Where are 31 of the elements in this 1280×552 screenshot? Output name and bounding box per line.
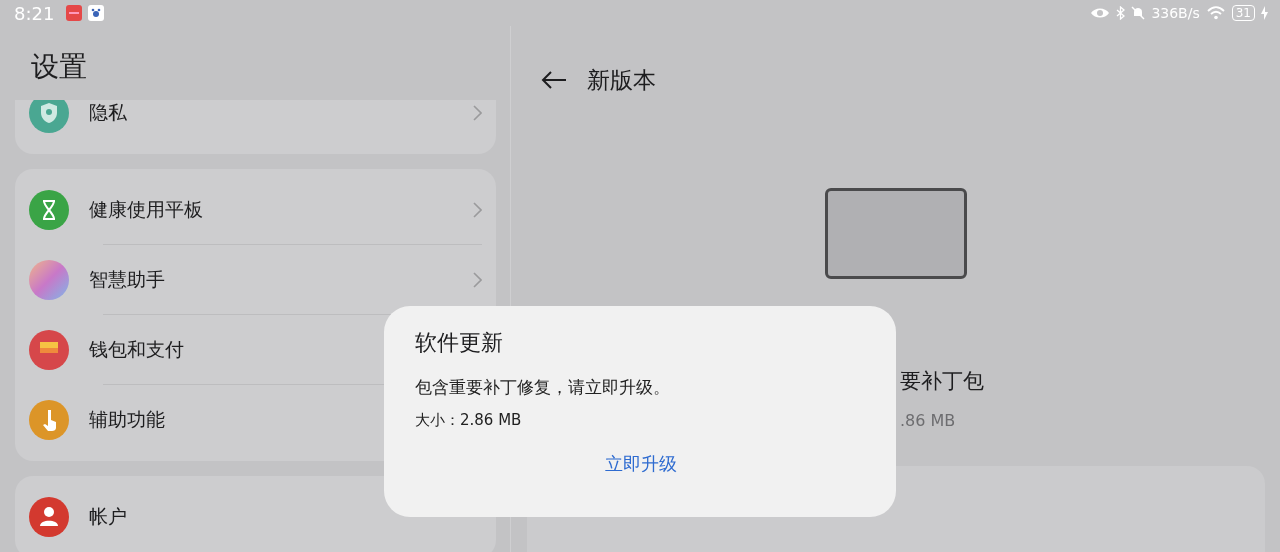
back-icon[interactable] — [541, 70, 567, 90]
chevron-right-icon — [473, 202, 482, 218]
paw-app-icon — [88, 5, 105, 21]
page-title: 新版本 — [587, 65, 656, 95]
hourglass-icon — [29, 190, 69, 230]
clock: 8:21 — [14, 2, 55, 24]
settings-item[interactable]: 智慧助手 — [89, 267, 453, 293]
tablet-icon — [825, 188, 967, 279]
dialog-message: 包含重要补丁修复，请立即升级。 — [415, 376, 671, 399]
bluetooth-icon — [1116, 6, 1126, 20]
eye-icon — [1090, 7, 1111, 19]
update-size: 大小：2.86 MB — [415, 411, 523, 430]
chevron-right-icon — [473, 272, 482, 288]
shield-icon — [29, 100, 69, 133]
wifi-icon — [1205, 6, 1226, 20]
package-size: .86 MB — [900, 411, 957, 430]
upgrade-now-button[interactable]: 立即升级 — [594, 448, 687, 480]
person-icon — [29, 497, 69, 537]
app-notification-icon — [66, 5, 83, 21]
settings-title: 设置 — [30, 49, 88, 85]
battery-level: 31 — [1231, 5, 1255, 21]
gradient-orb-icon — [29, 260, 69, 300]
settings-item[interactable]: 健康使用平板 — [89, 197, 453, 223]
hand-icon — [29, 400, 69, 440]
dialog-title: 软件更新 — [415, 329, 504, 357]
bell-off-icon — [1131, 6, 1146, 20]
package-name: 要补丁包 — [900, 368, 985, 395]
network-speed: 336B/s — [1151, 5, 1200, 21]
card-icon — [29, 330, 69, 370]
settings-item[interactable]: 隐私 — [89, 100, 453, 126]
chevron-right-icon — [473, 105, 482, 121]
